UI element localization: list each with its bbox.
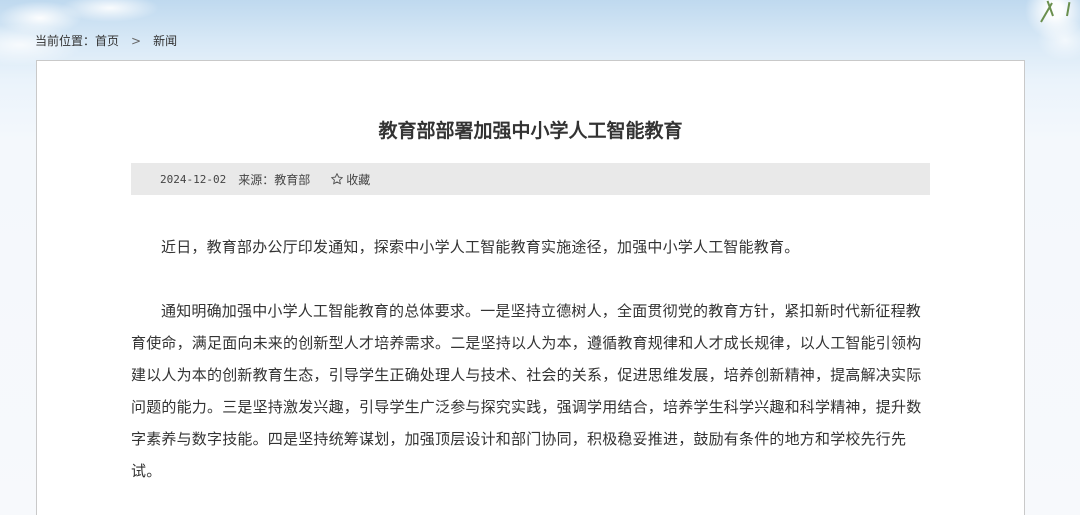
article-date: 2024-12-02	[160, 172, 227, 186]
article-title: 教育部部署加强中小学人工智能教育	[378, 120, 683, 142]
favorite-button[interactable]: 收藏	[330, 171, 370, 188]
article-paragraph: 近日，教育部办公厅印发通知，探索中小学人工智能教育实施途径，加强中小学人工智能教…	[161, 238, 800, 256]
article-panel: 教育部部署加强中小学人工智能教育 2024-12-02 来源：教育部 收藏 近日…	[36, 60, 1025, 515]
favorite-label: 收藏	[346, 172, 371, 187]
breadcrumb-home-link[interactable]: 首页	[95, 32, 119, 49]
article-meta-bar: 2024-12-02 来源：教育部 收藏	[131, 163, 930, 195]
article-source: 来源：教育部	[238, 172, 311, 187]
breadcrumb-label: 当前位置：	[35, 34, 96, 48]
star-icon	[331, 173, 344, 185]
breadcrumb: 当前位置： 首页 > 新闻	[35, 32, 177, 49]
article-paragraph: 通知明确加强中小学人工智能教育的总体要求。一是坚持立德树人，全面贯彻党的教育方针…	[131, 302, 922, 480]
breadcrumb-separator: >	[131, 33, 142, 48]
breadcrumb-current-link[interactable]: 新闻	[153, 32, 177, 49]
article-body: 近日，教育部办公厅印发通知，探索中小学人工智能教育实施途径，加强中小学人工智能教…	[131, 231, 935, 515]
